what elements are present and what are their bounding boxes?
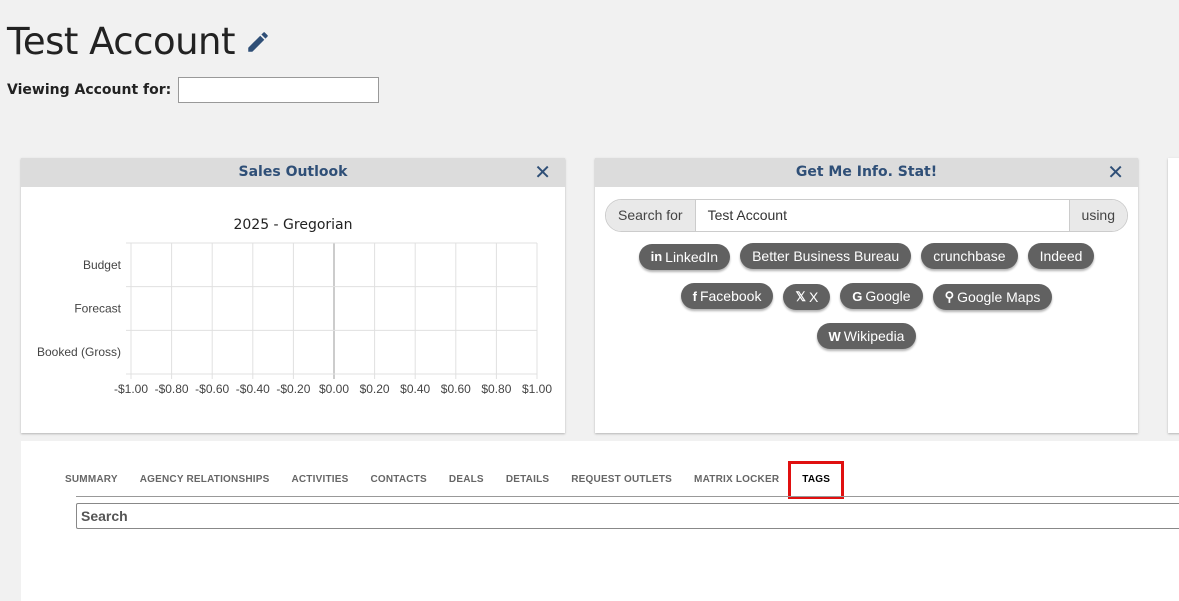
tab-deals[interactable]: DEALS: [449, 470, 484, 490]
viewing-account-label: Viewing Account for:: [7, 82, 172, 98]
tab-request-outlets[interactable]: REQUEST OUTLETS: [571, 470, 672, 490]
linkedin-icon: in: [650, 249, 663, 264]
info-panel-title: Get Me Info. Stat!: [795, 164, 938, 180]
tab-details[interactable]: DETAILS: [506, 470, 549, 490]
google-button[interactable]: G Google: [840, 283, 923, 309]
x-tick-label: $1.00: [522, 382, 552, 396]
pill-label: Better Business Bureau: [752, 248, 900, 264]
info-panel-header: Get Me Info. Stat! ✕: [595, 158, 1138, 187]
wikipedia-icon: W: [828, 328, 841, 344]
info-search-bar: Search for Test Account using: [605, 199, 1128, 232]
page-title: Test Account: [7, 20, 271, 63]
tab-bar: SUMMARY AGENCY RELATIONSHIPS ACTIVITIES …: [65, 461, 866, 499]
x-tick-label: -$0.80: [155, 382, 189, 396]
x-tick-label: $0.40: [400, 382, 430, 396]
x-button[interactable]: 𝕏X: [783, 283, 831, 310]
account-details-section: SUMMARY AGENCY RELATIONSHIPS ACTIVITIES …: [21, 441, 1179, 601]
viewing-account-row: Viewing Account for:: [7, 77, 380, 103]
pencil-icon[interactable]: [245, 29, 271, 55]
pill-label: Google: [865, 288, 911, 304]
info-buttons-row: W Wikipedia: [595, 323, 1138, 349]
y-tick-label: Budget: [83, 258, 122, 272]
pill-label: LinkedIn: [665, 248, 719, 265]
info-buttons-row: f Facebook 𝕏 X G Google ⚲ Google Maps: [595, 283, 1138, 310]
pill-label: Indeed: [1039, 248, 1083, 264]
search-prefix: Search for: [606, 200, 696, 231]
x-tick-label: $0.20: [360, 382, 390, 396]
x-tick-label: -$1.00: [114, 382, 148, 396]
pill-label: crunchbase: [933, 248, 1006, 264]
x-tick-label: $0.80: [481, 382, 511, 396]
facebook-icon: f: [692, 288, 697, 304]
tab-agency-relationships[interactable]: AGENCY RELATIONSHIPS: [140, 470, 270, 490]
info-panel: Get Me Info. Stat! ✕ Search for Test Acc…: [595, 158, 1138, 433]
map-pin-icon: ⚲: [944, 288, 955, 304]
tag-search-input[interactable]: Search: [76, 503, 1179, 529]
y-tick-label: Booked (Gross): [37, 345, 121, 359]
x-tick-label: $0.00: [319, 382, 349, 396]
search-suffix: using: [1068, 200, 1127, 231]
pill-label: Google Maps: [957, 288, 1041, 305]
sales-outlook-panel: Sales Outlook ✕ 2025 - Gregorian -$1.00-…: [21, 158, 565, 433]
google-icon: G: [852, 288, 863, 304]
x-tick-label: -$0.20: [276, 382, 310, 396]
tab-divider: [76, 496, 1179, 497]
facebook-button[interactable]: f Facebook: [680, 283, 774, 309]
x-tick-label: -$0.60: [195, 382, 229, 396]
info-buttons-row: in LinkedIn Better Business Bureau crunchba…: [595, 243, 1138, 270]
pill-label: X: [808, 288, 819, 305]
bbb-button[interactable]: Better Business Bureau: [740, 243, 912, 269]
tab-contacts[interactable]: CONTACTS: [370, 470, 426, 490]
indeed-button[interactable]: Indeed: [1027, 243, 1095, 269]
pill-label: Wikipedia: [843, 328, 905, 344]
x-icon: 𝕏: [795, 288, 806, 304]
tab-activities[interactable]: ACTIVITIES: [291, 470, 348, 490]
tab-tags[interactable]: TAGS: [788, 461, 845, 499]
search-input[interactable]: Test Account: [695, 200, 1069, 231]
linkedin-button[interactable]: in LinkedIn: [638, 243, 731, 270]
google-maps-button[interactable]: ⚲ Google Maps: [932, 283, 1053, 310]
close-icon[interactable]: ✕: [1107, 158, 1124, 187]
wikipedia-button[interactable]: W Wikipedia: [816, 323, 917, 349]
tab-summary[interactable]: SUMMARY: [65, 470, 118, 490]
sales-chart: -$1.00 -$0.80 -$0.60 -$0.40 -$0.20 $0.00 $0.20…: [37, 242, 552, 396]
tab-matrix-locker[interactable]: MATRIX LOCKER: [694, 470, 779, 490]
third-panel-edge: [1168, 158, 1179, 433]
pill-label: Facebook: [699, 288, 762, 304]
x-tick-label: $0.60: [441, 382, 471, 396]
x-tick-label: -$0.40: [236, 382, 270, 396]
crunchbase-button[interactable]: crunchbase: [921, 243, 1018, 269]
viewing-account-input[interactable]: [178, 77, 380, 103]
account-title: Test Account: [7, 20, 236, 63]
y-tick-label: Forecast: [74, 302, 121, 316]
